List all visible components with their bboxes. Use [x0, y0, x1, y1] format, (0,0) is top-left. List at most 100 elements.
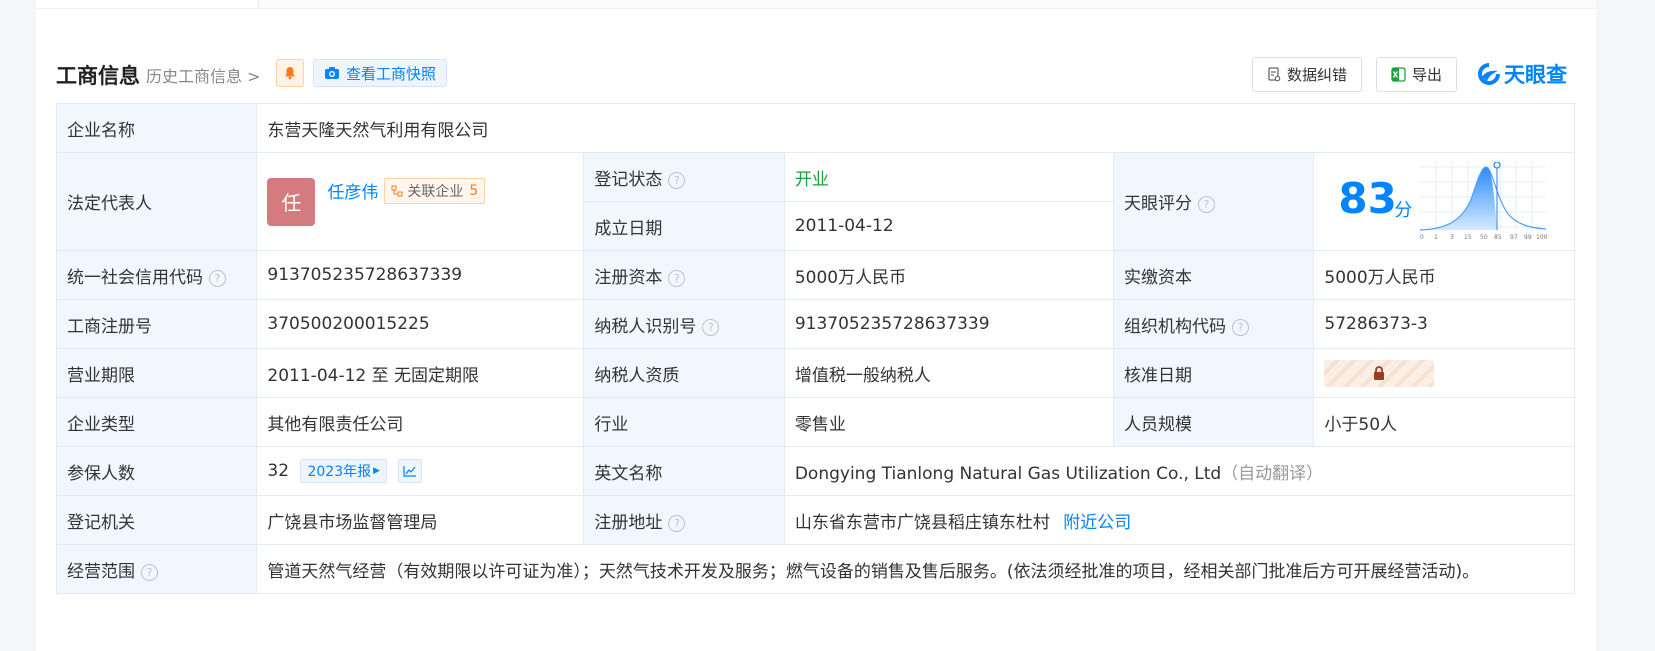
- annual-report-label: 2023年报: [307, 464, 372, 480]
- export-button-label: 导出: [1412, 66, 1443, 84]
- table-row: 统一社会信用代码? 913705235728637339 注册资本? 5000万…: [55, 250, 1575, 300]
- scope-value: 管道天然气经营（有效期限以许可证为准）；天然气技术开发及服务；燃气设备的销售及售…: [256, 544, 1575, 594]
- score-value: 83: [1338, 173, 1397, 223]
- type-value: 其他有限责任公司: [256, 397, 585, 447]
- address-value: 山东省东营市广饶县稻庄镇东杜村: [794, 512, 1050, 533]
- bell-icon[interactable]: [276, 59, 304, 87]
- document-edit-icon: [1268, 67, 1281, 82]
- label-tax-id: 纳税人识别号?: [583, 299, 785, 349]
- label-paid-capital: 实缴资本: [1112, 250, 1315, 300]
- reg-no-value: 370500200015225: [256, 299, 585, 349]
- network-icon: [391, 185, 403, 196]
- locked-value[interactable]: [1324, 359, 1435, 387]
- table-row: 参保人数 32 2023年报 ▶ 英文名称 Dongying Tianlong N…: [55, 446, 1576, 496]
- axis-tick: 50: [1480, 234, 1488, 241]
- help-icon[interactable]: ?: [668, 514, 686, 532]
- help-icon[interactable]: ?: [668, 269, 686, 287]
- label-address-text: 注册地址: [594, 512, 663, 533]
- label-status: 登记状态?: [583, 152, 785, 202]
- label-capital-text: 注册资本: [594, 267, 663, 288]
- en-name-cell: Dongying Tianlong Natural Gas Utilizatio…: [783, 446, 1576, 496]
- founded-value: 2011-04-12: [783, 201, 1114, 251]
- auto-translate-note: （自动翻译）: [1221, 463, 1324, 484]
- authority-value: 广饶县市场监督管理局: [256, 495, 585, 545]
- legal-rep-name[interactable]: 任彦伟: [327, 178, 378, 203]
- tianyancha-logo: 天眼查: [1476, 59, 1567, 89]
- trend-chart-icon[interactable]: [398, 459, 423, 483]
- staff-value: 小于50人: [1313, 397, 1575, 447]
- axis-tick: 1: [1434, 234, 1438, 241]
- score-cell: 83 分 0 1 3 15 50 85 97 99 100: [1313, 152, 1575, 251]
- label-score-text: 天眼评分: [1123, 194, 1192, 214]
- camera-icon: [325, 67, 339, 79]
- table-row: 法定代表人 任 任彦伟 关联企业 5 登记状态? 开业 天眼评分? 83 分 0…: [55, 152, 1575, 251]
- legal-rep-cell: 任 任彦伟 关联企业 5: [256, 152, 585, 251]
- term-value: 2011-04-12 至 无固定期限: [256, 348, 585, 398]
- label-company-name: 企业名称: [55, 103, 258, 153]
- table-row: 营业期限 2011-04-12 至 无固定期限 纳税人资质 增值税一般纳税人 核…: [55, 348, 1575, 398]
- label-staff: 人员规模: [1112, 397, 1315, 447]
- snapshot-button-label: 查看工商快照: [346, 64, 437, 83]
- history-link[interactable]: 历史工商信息 >: [146, 63, 261, 87]
- annual-report-button[interactable]: 2023年报 ▶: [300, 459, 388, 483]
- correction-button-label: 数据纠错: [1287, 66, 1348, 84]
- score-distribution-chart: 0 1 3 15 50 85 97 99 100: [1420, 161, 1548, 241]
- correction-button[interactable]: 数据纠错: [1252, 57, 1363, 92]
- axis-tick: 85: [1494, 234, 1502, 241]
- address-cell: 山东省东营市广饶县稻庄镇东杜村 附近公司: [783, 495, 1576, 545]
- axis-tick: 15: [1464, 234, 1472, 241]
- table-row: 工商注册号 370500200015225 纳税人识别号? 9137052357…: [55, 299, 1575, 349]
- help-icon[interactable]: ?: [209, 269, 226, 287]
- label-insured: 参保人数: [55, 446, 258, 496]
- axis-tick: 3: [1450, 234, 1454, 241]
- paid-capital-value: 5000万人民币: [1313, 250, 1575, 300]
- label-tax-id-text: 纳税人识别号: [594, 316, 697, 337]
- chevron-right-icon: >: [242, 67, 261, 86]
- company-name: 东营天隆天然气利用有限公司: [256, 103, 1575, 153]
- label-scope-text: 经营范围: [67, 561, 135, 582]
- label-credit-text: 统一社会信用代码: [67, 267, 203, 288]
- related-count: 5: [469, 182, 479, 199]
- label-tax-qual: 纳税人资质: [583, 348, 785, 398]
- table-row: 经营范围? 管道天然气经营（有效期限以许可证为准）；天然气技术开发及服务；燃气设…: [55, 544, 1575, 594]
- help-icon[interactable]: ?: [141, 563, 158, 581]
- snapshot-button[interactable]: 查看工商快照: [313, 59, 448, 87]
- help-icon[interactable]: ?: [1197, 196, 1215, 213]
- active-tab-edge[interactable]: [36, 0, 259, 8]
- top-tab-strip: [36, 0, 1596, 9]
- related-label: 关联企业: [407, 183, 464, 200]
- help-icon[interactable]: ?: [702, 318, 720, 336]
- label-founded: 成立日期: [583, 201, 785, 251]
- insured-value: 32: [267, 461, 290, 481]
- label-authority: 登记机关: [55, 495, 258, 545]
- label-approve-date: 核准日期: [1112, 348, 1315, 398]
- label-credit-code: 统一社会信用代码?: [55, 250, 258, 300]
- export-button[interactable]: 导出: [1376, 57, 1458, 92]
- business-info-table: 企业名称 东营天隆天然气利用有限公司 法定代表人 任 任彦伟 关联企业 5 登记状…: [55, 103, 1576, 594]
- org-code-value: 57286373-3: [1313, 299, 1575, 349]
- excel-icon: [1391, 67, 1406, 82]
- help-icon[interactable]: ?: [668, 171, 686, 189]
- table-row: 登记机关 广饶县市场监督管理局 注册地址? 山东省东营市广饶县稻庄镇东杜村 附近…: [55, 495, 1576, 545]
- status-value: 开业: [783, 152, 1114, 202]
- approve-date-cell: [1313, 348, 1575, 398]
- lock-icon: [1374, 365, 1385, 380]
- label-status-text: 登记状态: [594, 169, 663, 190]
- label-en-name: 英文名称: [583, 446, 785, 496]
- score-axis-labels: 0 1 3 15 50 85 97 99 100: [1420, 234, 1548, 241]
- label-scope: 经营范围?: [55, 544, 258, 594]
- brand-text: 天眼查: [1504, 63, 1567, 87]
- nearby-companies-link[interactable]: 附近公司: [1063, 513, 1131, 533]
- section-title: 工商信息: [56, 64, 140, 88]
- avatar[interactable]: 任: [267, 177, 316, 226]
- brand-eye-icon: [1478, 63, 1500, 85]
- axis-tick: 97: [1510, 234, 1518, 241]
- related-companies-badge[interactable]: 关联企业 5: [384, 177, 486, 204]
- axis-tick: 100: [1536, 234, 1548, 241]
- history-link-label: 历史工商信息: [146, 67, 243, 86]
- axis-tick: 0: [1420, 234, 1424, 241]
- section-header: 工商信息 历史工商信息 > 查看工商快照 数据纠错 导出 天眼查: [56, 57, 1576, 95]
- capital-value: 5000万人民币: [783, 250, 1114, 300]
- help-icon[interactable]: ?: [1231, 318, 1249, 336]
- label-org-code-text: 组织机构代码: [1123, 316, 1226, 337]
